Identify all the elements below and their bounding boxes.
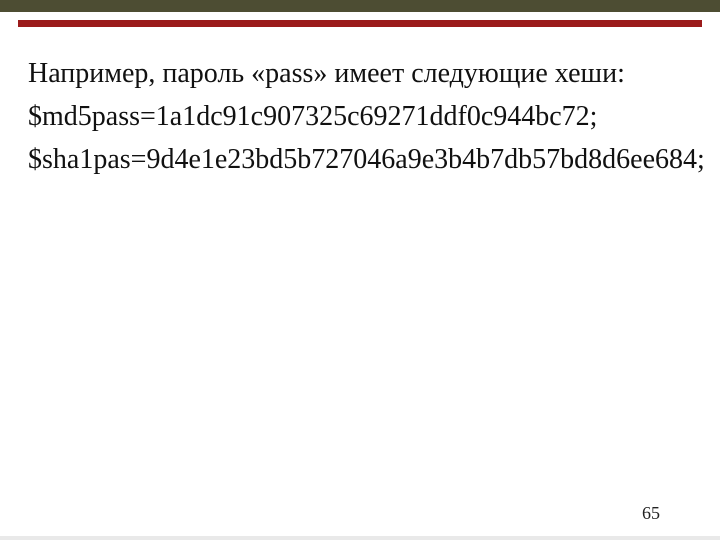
sha1-hash-line: $sha1pas=9d4e1e23bd5b727046a9e3b4b7db57b… [28,142,692,179]
intro-paragraph: Например, пароль «pass» имеет следующие … [28,56,692,93]
slide-bottom-edge [0,536,720,540]
slide-body: Например, пароль «pass» имеет следующие … [28,56,692,500]
page-number: 65 [642,503,660,524]
slide-accent-stripe [18,20,702,27]
slide-top-bar [0,0,720,12]
md5-hash-line: $md5pass=1a1dc91c907325c69271ddf0c944bc7… [28,99,692,136]
